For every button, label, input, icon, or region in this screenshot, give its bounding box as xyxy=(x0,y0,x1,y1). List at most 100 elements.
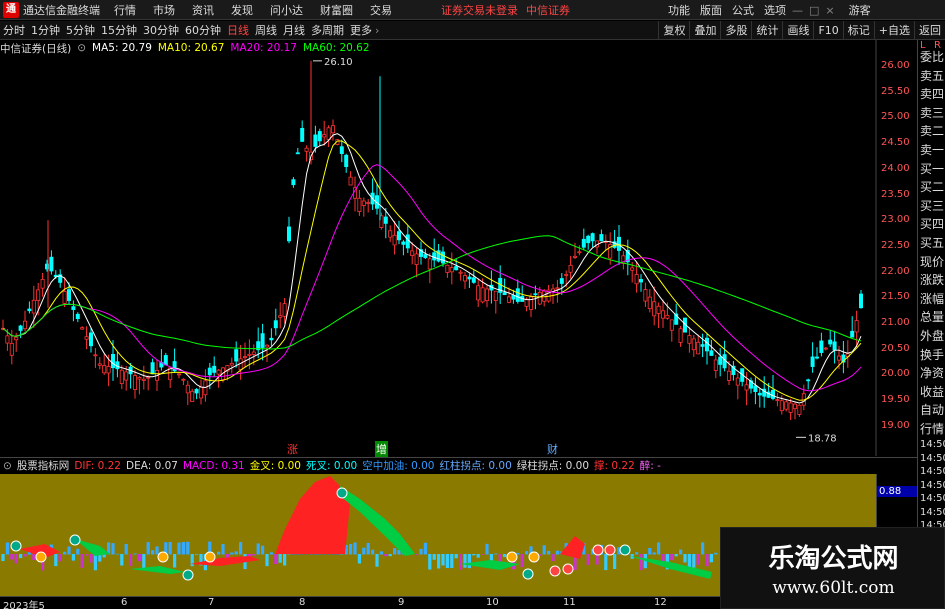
back-button[interactable]: 返回 xyxy=(914,21,945,40)
adjust-button[interactable]: 复权 xyxy=(658,21,689,40)
price-tick: 22.50 xyxy=(881,239,910,251)
tab-60min[interactable]: 60分钟 xyxy=(185,22,221,38)
quote-field-5[interactable]: 卖一 xyxy=(920,141,945,160)
multi-stock-button[interactable]: 多股 xyxy=(720,21,751,40)
quote-field-23[interactable]: 14:50 xyxy=(920,465,945,479)
quote-field-4[interactable]: 卖二 xyxy=(920,122,945,141)
marker-increase[interactable]: 增 xyxy=(375,441,388,457)
quote-field-15[interactable]: 外盘 xyxy=(920,327,945,346)
menu-function[interactable]: 功能 xyxy=(668,2,690,18)
tab-daily[interactable]: 日线 xyxy=(227,22,249,38)
indicator-bar xyxy=(265,554,269,567)
candle-body xyxy=(111,353,116,369)
quote-field-21[interactable]: 14:50 xyxy=(920,438,945,452)
draw-line-button[interactable]: 画线 xyxy=(782,21,813,40)
quote-field-18[interactable]: 收益 xyxy=(920,383,945,402)
marker-rise[interactable]: 涨 xyxy=(287,441,298,457)
tab-more[interactable]: 更多 xyxy=(350,22,372,38)
indicator-bar xyxy=(371,549,375,555)
candle-body xyxy=(383,216,388,224)
menu-quotes[interactable]: 行情 xyxy=(114,2,136,18)
close-icon[interactable]: × xyxy=(825,4,834,17)
tab-1min[interactable]: 1分钟 xyxy=(31,22,60,38)
quote-field-7[interactable]: 买二 xyxy=(920,178,945,197)
tab-30min[interactable]: 30分钟 xyxy=(143,22,179,38)
candle-body xyxy=(775,399,780,402)
menu-trade[interactable]: 交易 xyxy=(370,2,392,18)
quote-field-26[interactable]: 14:50 xyxy=(920,506,945,520)
quote-field-13[interactable]: 涨幅 xyxy=(920,290,945,309)
indicator-bar xyxy=(494,553,498,555)
tab-intraday[interactable]: 分时 xyxy=(3,22,25,38)
quote-field-20[interactable]: 行情 xyxy=(920,420,945,439)
tab-5min[interactable]: 5分钟 xyxy=(66,22,95,38)
quote-field-3[interactable]: 卖三 xyxy=(920,104,945,123)
candle-body xyxy=(93,354,98,357)
quote-field-12[interactable]: 涨跌 xyxy=(920,271,945,290)
minimize-icon[interactable]: — xyxy=(792,4,803,17)
indicator-bar xyxy=(261,545,265,555)
menu-formula[interactable]: 公式 xyxy=(732,2,754,18)
signal-marker-icon xyxy=(592,544,604,556)
marker-finance[interactable]: 财 xyxy=(547,441,558,457)
quote-field-10[interactable]: 买五 xyxy=(920,234,945,253)
menu-market[interactable]: 市场 xyxy=(153,2,175,18)
candlestick-chart[interactable]: 26.10 18.78 xyxy=(0,40,917,456)
quote-field-11[interactable]: 现价 xyxy=(920,253,945,272)
mark-button[interactable]: 标记 xyxy=(842,21,874,40)
menu-ask[interactable]: 问小达 xyxy=(270,2,303,18)
menu-options[interactable]: 选项 xyxy=(764,2,786,18)
indicator-legend: ⊙ 股票指标网 DIF: 0.22 DEA: 0.07 MACD: 0.31 金… xyxy=(0,457,917,473)
tab-weekly[interactable]: 周线 xyxy=(255,22,277,38)
tab-monthly[interactable]: 月线 xyxy=(283,22,305,38)
candle-body xyxy=(216,369,221,375)
indicator-settings-icon[interactable]: ⊙ xyxy=(3,460,12,472)
quote-field-1[interactable]: 卖五 xyxy=(920,67,945,86)
broker-name[interactable]: 中信证券 xyxy=(526,2,570,18)
menu-discover[interactable]: 发现 xyxy=(231,2,253,18)
quote-field-14[interactable]: 总量 xyxy=(920,308,945,327)
signal-marker-icon xyxy=(528,551,540,563)
quote-field-8[interactable]: 买三 xyxy=(920,197,945,216)
candle-body xyxy=(14,336,19,341)
quote-field-25[interactable]: 14:50 xyxy=(920,492,945,506)
quote-field-19[interactable]: 自动 xyxy=(920,401,945,420)
menu-wealth-circle[interactable]: 财富圈 xyxy=(320,2,353,18)
quote-field-17[interactable]: 净资 xyxy=(920,364,945,383)
settings-icon[interactable]: ⊙ xyxy=(77,42,86,54)
quote-field-22[interactable]: 14:50 xyxy=(920,452,945,466)
indicator-bar xyxy=(375,554,379,567)
overlay-button[interactable]: 叠加 xyxy=(689,21,720,40)
candle-body xyxy=(366,202,371,204)
guest-label[interactable]: 游客 xyxy=(849,2,871,18)
indicator-bar xyxy=(714,552,718,555)
date-tick: 2023年5 xyxy=(3,601,45,609)
tab-multi-period[interactable]: 多周期 xyxy=(311,22,344,38)
security-title[interactable]: 中信证券(日线) xyxy=(0,41,71,56)
price-tick: 21.00 xyxy=(881,317,910,328)
indicator-bar xyxy=(195,554,199,555)
menu-news[interactable]: 资讯 xyxy=(192,2,214,18)
quote-field-2[interactable]: 卖四 xyxy=(920,85,945,104)
candle-body xyxy=(198,386,203,399)
menu-layout[interactable]: 版面 xyxy=(700,2,722,18)
login-status[interactable]: 证券交易未登录 xyxy=(441,2,518,18)
quote-field-6[interactable]: 买一 xyxy=(920,160,945,179)
chevron-right-icon[interactable]: › xyxy=(375,24,379,37)
candle-body xyxy=(564,273,569,276)
tab-15min[interactable]: 15分钟 xyxy=(101,22,137,38)
signal-marker-icon xyxy=(549,565,561,577)
indicator-name[interactable]: 股票指标网 xyxy=(17,458,70,473)
candle-body xyxy=(480,287,485,303)
quote-field-0[interactable]: 委比 xyxy=(920,48,945,67)
candle-body xyxy=(40,278,45,289)
quote-field-24[interactable]: 14:50 xyxy=(920,479,945,493)
add-watchlist-button[interactable]: +自选 xyxy=(873,21,914,40)
candle-body xyxy=(524,298,529,307)
candle-body xyxy=(132,375,137,390)
maximize-icon[interactable]: □ xyxy=(809,4,819,17)
stats-button[interactable]: 统计 xyxy=(751,21,782,40)
f10-button[interactable]: F10 xyxy=(813,21,842,40)
quote-field-16[interactable]: 换手 xyxy=(920,346,945,365)
quote-field-9[interactable]: 买四 xyxy=(920,215,945,234)
